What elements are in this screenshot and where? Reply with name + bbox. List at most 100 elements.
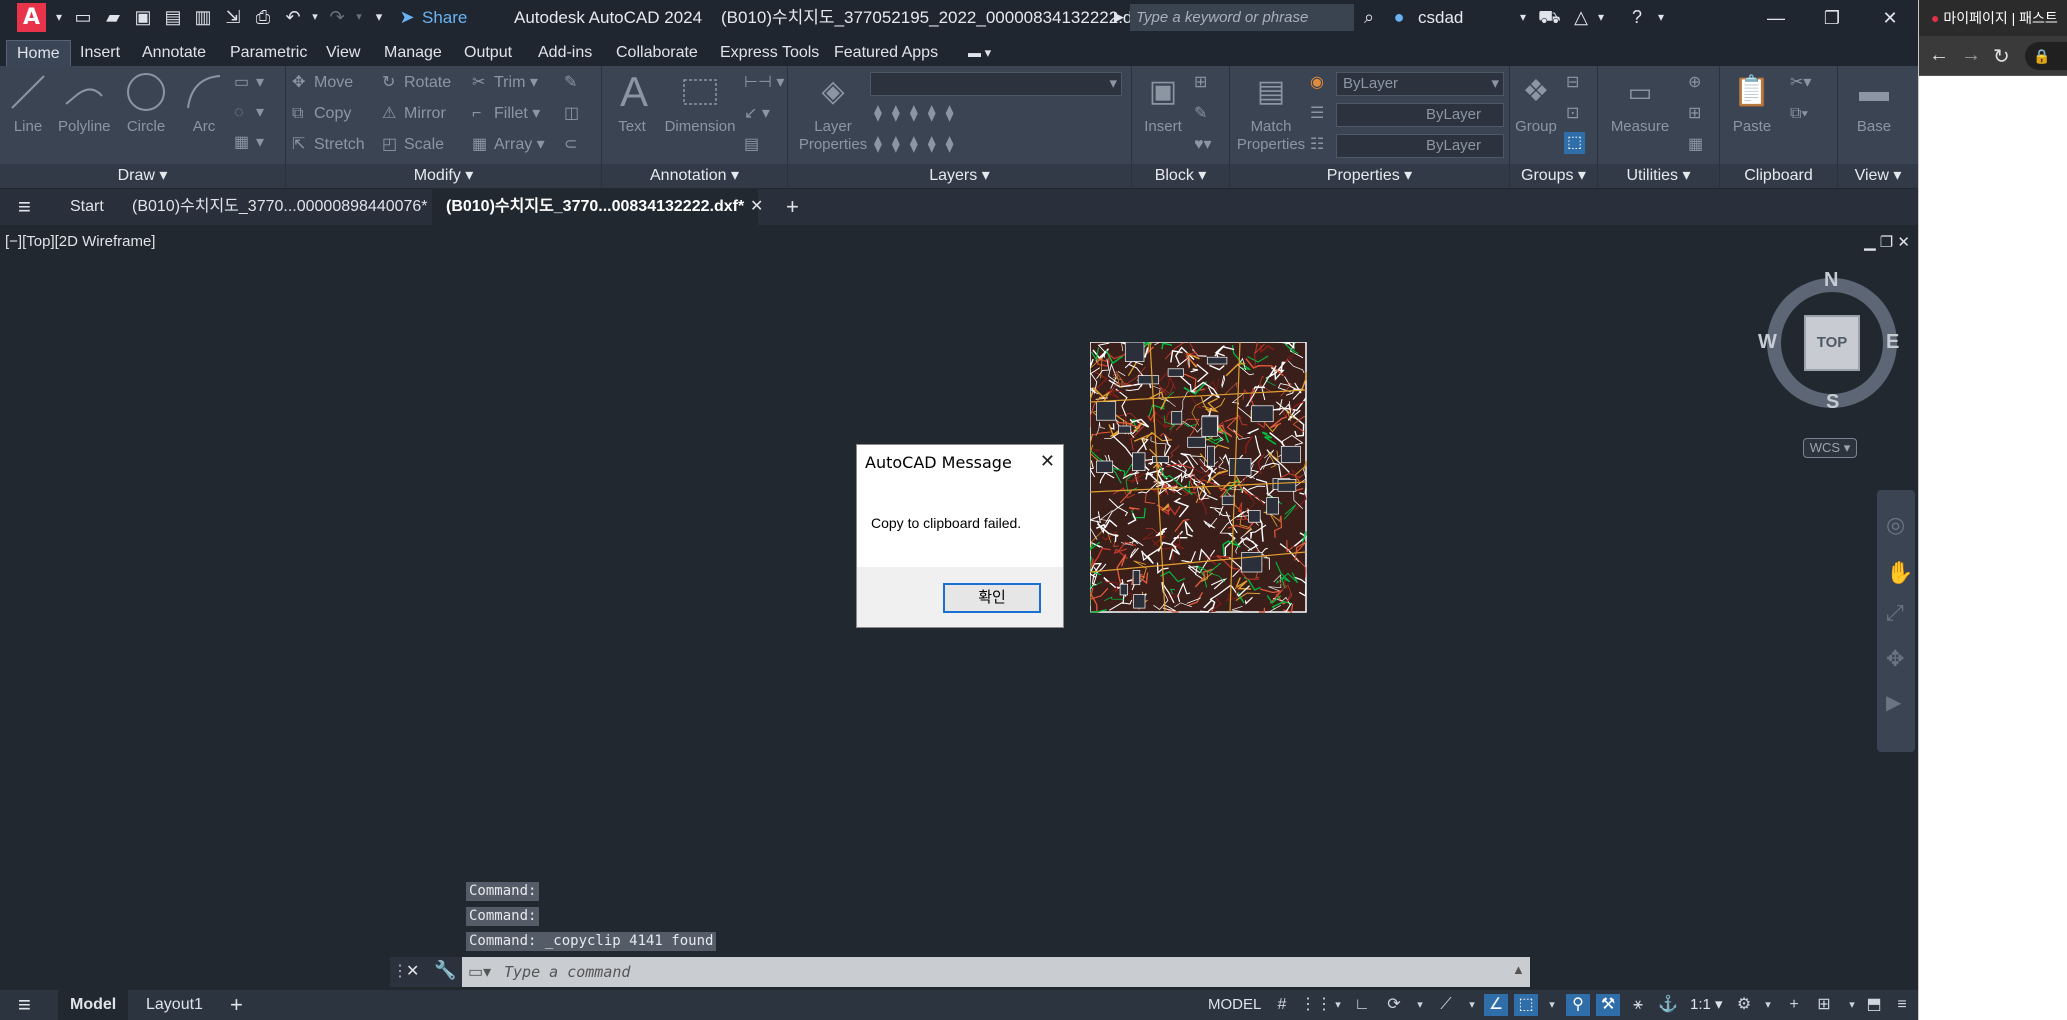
insert-block-tool[interactable]: ▣ Insert xyxy=(1138,70,1188,136)
viewport-window-controls[interactable]: ▁ ❐ ✕ xyxy=(1864,233,1910,251)
autocad-logo-icon[interactable]: A xyxy=(17,3,46,32)
move-tool[interactable]: ✥ Move xyxy=(292,72,353,94)
group-edit-icon[interactable]: ⊡ xyxy=(1566,103,1579,125)
color-wheel-icon[interactable]: ◉ xyxy=(1310,72,1324,94)
layout-menu-icon[interactable]: ≡ xyxy=(18,990,31,1020)
open-from-web-icon[interactable]: ⇲ xyxy=(222,6,244,28)
leader-icon[interactable]: ↙ ▾ xyxy=(744,103,770,125)
customization-menu-icon[interactable]: ≡ xyxy=(1890,994,1914,1016)
recent-commands-icon[interactable]: ▭▾ xyxy=(468,962,491,982)
save-to-web-icon[interactable]: ▥ xyxy=(192,6,214,28)
paste-tool[interactable]: 📋 Paste xyxy=(1728,70,1776,136)
viewcube-top-face[interactable]: TOP xyxy=(1804,315,1860,371)
tab-annotate[interactable]: Annotate xyxy=(142,40,206,66)
dialog-close-icon[interactable]: ✕ xyxy=(1040,451,1055,472)
draw-panel-title[interactable]: Draw ▾ xyxy=(0,164,285,188)
lineweight-dropdown[interactable]: ByLayer xyxy=(1336,103,1504,127)
attribute-icon[interactable]: ♥▾ xyxy=(1194,134,1212,156)
polyline-tool[interactable]: Polyline xyxy=(58,70,111,136)
rectangle-tool[interactable]: ▭ ▾ xyxy=(234,72,264,94)
compass-south[interactable]: S xyxy=(1826,391,1839,414)
command-history-toggle-icon[interactable]: ▲ xyxy=(1512,962,1525,977)
viewport-close-icon[interactable]: ✕ xyxy=(1897,234,1910,251)
viewcube-compass[interactable]: TOP N S E W xyxy=(1758,269,1900,414)
layers-panel-title[interactable]: Layers ▾ xyxy=(788,164,1131,188)
rotate-tool[interactable]: ↻ Rotate xyxy=(382,72,451,94)
minimize-icon[interactable]: — xyxy=(1756,4,1796,32)
viewport-controls-label[interactable]: [−][Top][2D Wireframe] xyxy=(5,233,155,250)
table-icon[interactable]: ▤ xyxy=(744,134,759,156)
ungroup-icon[interactable]: ⊟ xyxy=(1566,72,1579,94)
file-tab-2[interactable]: (B010)수치지도_3770...00834132222.dxf* xyxy=(432,189,759,225)
map-drawing[interactable]: 377052195 xyxy=(1090,342,1308,614)
units-dropdown-icon[interactable]: ▾ xyxy=(1840,994,1864,1016)
forward-icon[interactable]: → xyxy=(1961,44,1981,67)
open-folder-icon[interactable]: ▰ xyxy=(102,6,124,28)
restore-icon[interactable]: ❐ xyxy=(1812,4,1852,32)
undo-icon[interactable]: ↶ xyxy=(282,6,304,28)
clipboard-panel-title[interactable]: Clipboard xyxy=(1720,164,1837,188)
copy-clip-icon[interactable]: ⧉▾ xyxy=(1790,103,1808,125)
arc-tool[interactable]: Arc xyxy=(182,70,226,136)
ok-button[interactable]: 확인 xyxy=(943,583,1041,613)
customize-wrench-icon[interactable]: 🔧 xyxy=(434,960,456,981)
tab-view[interactable]: View xyxy=(326,40,360,66)
reload-icon[interactable]: ↻ xyxy=(1993,44,2010,69)
fillet-tool[interactable]: ⌐ Fillet ▾ xyxy=(472,103,540,125)
erase-icon[interactable]: ✎ xyxy=(564,72,577,94)
view-panel-title[interactable]: View ▾ xyxy=(1838,164,1918,188)
explode-icon[interactable]: ◫ xyxy=(564,103,579,125)
units-icon[interactable]: ⊞ xyxy=(1812,994,1836,1016)
browser-tab[interactable]: ● 마이페이지 | 패스트 xyxy=(1919,0,2067,36)
tab-home[interactable]: Home xyxy=(6,40,71,66)
compass-north[interactable]: N xyxy=(1824,269,1838,292)
new-layout-icon[interactable]: + xyxy=(230,990,243,1020)
cut-icon[interactable]: ✂▾ xyxy=(1790,72,1811,94)
hatch-tool[interactable]: ◌ ▾ xyxy=(234,102,264,124)
cart-icon[interactable]: ⛟ xyxy=(1538,6,1561,28)
tab-model[interactable]: Model xyxy=(58,990,129,1020)
trim-tool[interactable]: ✂ Trim ▾ xyxy=(472,72,538,94)
command-close-icon[interactable]: ✕ xyxy=(406,961,419,981)
model-space-label[interactable]: MODEL xyxy=(1208,990,1261,1020)
utilities-panel-title[interactable]: Utilities ▾ xyxy=(1598,164,1719,188)
color-dropdown[interactable]: ByLayer ▾ xyxy=(1336,72,1504,96)
scale-tool[interactable]: ◰ Scale xyxy=(382,134,444,156)
file-tab-1[interactable]: (B010)수치지도_3770...00000898440076* xyxy=(132,189,428,225)
groups-panel-title[interactable]: Groups ▾ xyxy=(1510,164,1597,188)
modify-panel-title[interactable]: Modify ▾ xyxy=(286,164,601,188)
tab-add-ins[interactable]: Add-ins xyxy=(538,40,592,66)
back-icon[interactable]: ← xyxy=(1929,44,1949,67)
isodraft-dropdown-icon[interactable]: ▾ xyxy=(1460,994,1484,1016)
polar-dropdown-icon[interactable]: ▾ xyxy=(1408,994,1432,1016)
viewport-minimize-icon[interactable]: ▁ xyxy=(1864,234,1876,251)
ribbon-display-toggle-icon[interactable]: ▬ ▾ xyxy=(968,40,991,66)
annotation-scale-icon[interactable]: ⚓ xyxy=(1656,994,1680,1016)
linear-dimension-icon[interactable]: ⊢⊣ ▾ xyxy=(744,72,784,94)
copy-tool[interactable]: ⧉ Copy xyxy=(292,103,351,125)
redo-dropdown-icon[interactable]: ▾ xyxy=(348,6,370,28)
close-tab-icon[interactable]: ✕ xyxy=(750,189,763,225)
group-tool[interactable]: ❖ Group xyxy=(1512,70,1560,136)
customize-qat-icon[interactable]: ▾ xyxy=(368,6,390,28)
match-properties-tool[interactable]: ▤ Match Properties xyxy=(1236,70,1306,154)
app-menu-chevron-icon[interactable]: ▾ xyxy=(48,6,70,28)
layer-tools-row-2[interactable]: ⧫⧫⧫⧫⧫ xyxy=(874,134,964,156)
properties-panel-title[interactable]: Properties ▾ xyxy=(1230,164,1509,188)
edit-block-icon[interactable]: ✎ xyxy=(1194,103,1207,125)
workspace-gear-icon[interactable]: ⚙ xyxy=(1732,994,1756,1016)
object-snap-dropdown-icon[interactable]: ▾ xyxy=(1540,994,1564,1016)
user-icon[interactable]: ● xyxy=(1388,6,1410,28)
base-view-tool[interactable]: ▬ Base xyxy=(1846,70,1902,136)
grid-icon[interactable]: # xyxy=(1270,994,1294,1016)
text-tool[interactable]: A Text xyxy=(612,70,652,136)
snap-icon[interactable]: ⋮⋮ xyxy=(1300,994,1332,1016)
zoom-extents-icon[interactable]: ⤢ xyxy=(1886,600,1904,626)
tab-insert[interactable]: Insert xyxy=(80,40,120,66)
layer-properties-tool[interactable]: ◈ Layer Properties xyxy=(798,70,868,154)
stretch-tool[interactable]: ⇱ Stretch xyxy=(292,134,365,156)
new-file-icon[interactable]: ▭ xyxy=(72,6,94,28)
search-icon[interactable]: ⌕ xyxy=(1358,6,1380,28)
quick-select-icon[interactable]: ⊕ xyxy=(1688,72,1701,94)
annotation-panel-title[interactable]: Annotation ▾ xyxy=(602,164,787,188)
